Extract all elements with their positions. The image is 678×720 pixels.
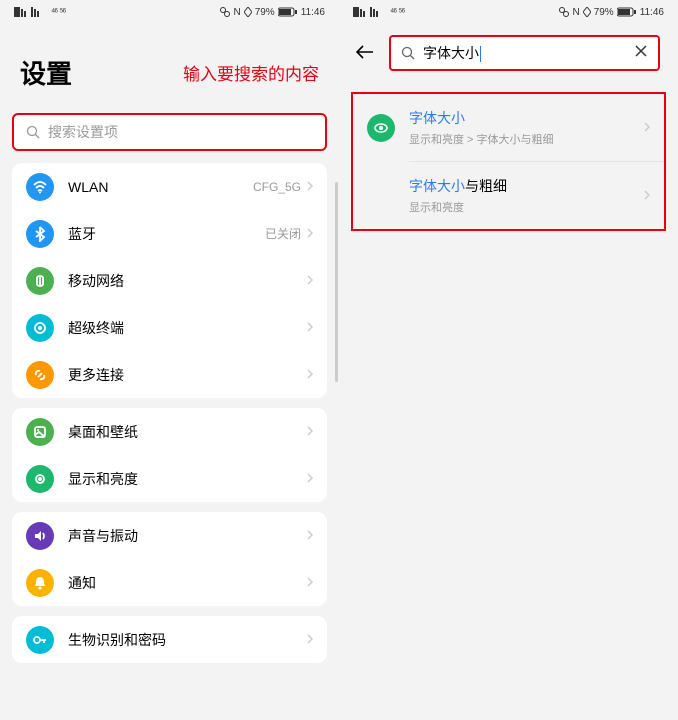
search-result[interactable]: 字体大小显示和亮度 > 字体大小与粗细 — [353, 94, 664, 161]
wifi-icon — [26, 173, 54, 201]
row-value: 已关闭 — [265, 225, 301, 242]
search-input[interactable]: 搜索设置项 — [12, 113, 327, 151]
chevron-right-icon — [307, 633, 313, 647]
search-placeholder: 搜索设置项 — [48, 122, 118, 142]
eye-icon — [367, 182, 395, 210]
status-bar: ⁴⁶ ⁵⁶ N 79% 11:46 — [0, 0, 339, 24]
chevron-right-icon — [307, 321, 313, 335]
back-button[interactable] — [349, 42, 381, 65]
result-text: 字体大小显示和亮度 > 字体大小与粗细 — [409, 108, 644, 147]
search-value: 字体大小 — [423, 43, 634, 63]
settings-group: 生物识别和密码 — [12, 616, 327, 663]
settings-group: 声音与振动通知 — [12, 512, 327, 606]
scrollbar[interactable] — [335, 182, 338, 382]
search-results-screen: ⁴⁶ ⁵⁶ N 79% 11:46 字体大小 字体大小显示和亮度 > 字体大小与… — [339, 0, 678, 720]
header: 设置 输入要搜索的内容 — [0, 24, 339, 107]
eye-icon — [367, 114, 395, 142]
chevron-right-icon — [307, 180, 313, 194]
search-icon — [26, 125, 40, 139]
mobile-icon — [26, 267, 54, 295]
clear-button[interactable] — [634, 44, 648, 63]
row-label: 显示和亮度 — [68, 469, 307, 489]
row-label: WLAN — [68, 179, 253, 195]
search-result[interactable]: 字体大小与粗细显示和亮度 — [353, 162, 664, 229]
status-bar: ⁴⁶ ⁵⁶ N 79% 11:46 — [339, 0, 678, 24]
settings-group: 桌面和壁纸显示和亮度 — [12, 408, 327, 502]
settings-row[interactable]: 生物识别和密码 — [12, 616, 327, 663]
chevron-right-icon — [307, 274, 313, 288]
settings-row[interactable]: 声音与振动 — [12, 512, 327, 559]
settings-row[interactable]: 桌面和壁纸 — [12, 408, 327, 455]
settings-row[interactable]: WLANCFG_5G — [12, 163, 327, 210]
chevron-right-icon — [307, 576, 313, 590]
search-input[interactable]: 字体大小 — [389, 35, 660, 71]
row-label: 移动网络 — [68, 271, 307, 291]
key-icon — [26, 626, 54, 654]
row-label: 更多连接 — [68, 365, 307, 385]
row-value: CFG_5G — [253, 180, 301, 194]
row-label: 超级终端 — [68, 318, 307, 338]
chevron-right-icon — [644, 121, 650, 135]
chevron-right-icon — [307, 529, 313, 543]
link-icon — [26, 361, 54, 389]
display-icon — [26, 465, 54, 493]
settings-row[interactable]: 移动网络 — [12, 257, 327, 304]
annotation-text: 输入要搜索的内容 — [183, 60, 319, 85]
text-cursor — [480, 46, 481, 62]
super-icon — [26, 314, 54, 342]
result-text: 字体大小与粗细显示和亮度 — [409, 176, 644, 215]
settings-row[interactable]: 超级终端 — [12, 304, 327, 351]
bell-icon — [26, 569, 54, 597]
chevron-right-icon — [307, 227, 313, 241]
chevron-right-icon — [307, 368, 313, 382]
chevron-right-icon — [307, 425, 313, 439]
search-header: 字体大小 — [339, 28, 678, 78]
search-icon — [401, 46, 415, 60]
wallpaper-icon — [26, 418, 54, 446]
settings-row[interactable]: 显示和亮度 — [12, 455, 327, 502]
sound-icon — [26, 522, 54, 550]
row-label: 桌面和壁纸 — [68, 422, 307, 442]
chevron-right-icon — [307, 472, 313, 486]
settings-home-screen: ⁴⁶ ⁵⁶ N 79% 11:46 设置 输入要搜索的内容 搜索设置项 WLAN… — [0, 0, 339, 720]
settings-row[interactable]: 更多连接 — [12, 351, 327, 398]
row-label: 蓝牙 — [68, 224, 265, 244]
row-label: 声音与振动 — [68, 526, 307, 546]
search-results: 字体大小显示和亮度 > 字体大小与粗细字体大小与粗细显示和亮度 — [351, 92, 666, 231]
settings-row[interactable]: 通知 — [12, 559, 327, 606]
row-label: 生物识别和密码 — [68, 630, 307, 650]
bt-icon — [26, 220, 54, 248]
settings-group: WLANCFG_5G蓝牙已关闭移动网络超级终端更多连接 — [12, 163, 327, 398]
chevron-right-icon — [644, 189, 650, 203]
row-label: 通知 — [68, 573, 307, 593]
settings-row[interactable]: 蓝牙已关闭 — [12, 210, 327, 257]
